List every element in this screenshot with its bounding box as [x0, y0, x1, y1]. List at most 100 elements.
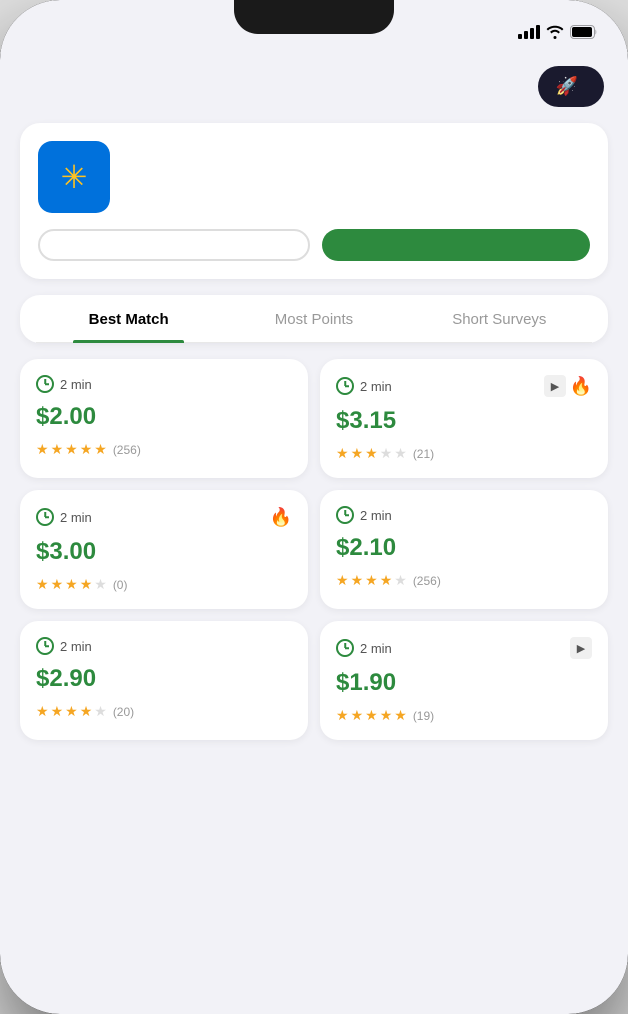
- clock-icon: [36, 637, 54, 655]
- card-rating: ★★★★★ (20): [36, 703, 292, 720]
- tab-most-points[interactable]: Most Points: [221, 311, 406, 342]
- walmart-spark-icon: ✳: [61, 158, 88, 196]
- survey-card[interactable]: 2 min ▶🔥 $3.15 ★★★★★ (21): [320, 359, 608, 478]
- card-badges: 🔥: [270, 506, 292, 528]
- star-icon: ★: [394, 572, 407, 589]
- time-label: 2 min: [360, 641, 392, 656]
- star-icon: ★: [351, 445, 364, 462]
- tab-best-match[interactable]: Best Match: [36, 311, 221, 342]
- card-time: 2 min: [36, 375, 92, 393]
- star-icon: ★: [94, 441, 107, 458]
- rating-count: (256): [413, 574, 441, 588]
- card-rating: ★★★★★ (21): [336, 445, 592, 462]
- time-label: 2 min: [60, 377, 92, 392]
- card-rating: ★★★★★ (256): [336, 572, 592, 589]
- main-content: 🚀 ✳: [0, 50, 628, 1014]
- star-icon: ★: [65, 703, 78, 720]
- stars-row: ★★★★★: [36, 703, 107, 720]
- card-header: 2 min: [36, 375, 292, 393]
- stars-row: ★★★★★: [336, 445, 407, 462]
- battery-icon: [570, 25, 598, 39]
- star-icon: ★: [380, 572, 393, 589]
- star-icon: ★: [365, 707, 378, 724]
- tab-short-surveys[interactable]: Short Surveys: [407, 311, 592, 342]
- balance-section: 🚀: [20, 66, 608, 107]
- fire-badge-icon: 🔥: [570, 375, 592, 397]
- star-icon: ★: [51, 703, 64, 720]
- clock-icon: [36, 508, 54, 526]
- claim-button[interactable]: [322, 229, 590, 261]
- time-label: 2 min: [60, 639, 92, 654]
- star-icon: ★: [65, 576, 78, 593]
- reward-info: ✳: [38, 141, 590, 213]
- clock-icon: [36, 375, 54, 393]
- rating-count: (19): [413, 709, 434, 723]
- survey-card[interactable]: 2 min $2.90 ★★★★★ (20): [20, 621, 308, 740]
- card-badges: ▶🔥: [544, 375, 592, 397]
- star-icon: ★: [51, 441, 64, 458]
- phone-frame: 🚀 ✳: [0, 0, 628, 1014]
- star-icon: ★: [336, 572, 349, 589]
- card-badges: ▶: [570, 637, 592, 659]
- card-header: 2 min ▶: [336, 637, 592, 659]
- star-icon: ★: [351, 572, 364, 589]
- stars-row: ★★★★★: [36, 576, 107, 593]
- fire-badge-icon: 🔥: [270, 506, 292, 528]
- survey-price: $2.90: [36, 665, 292, 693]
- survey-price: $1.90: [336, 669, 592, 697]
- video-badge-icon: ▶: [570, 637, 592, 659]
- star-icon: ★: [380, 707, 393, 724]
- clock-icon: [336, 506, 354, 524]
- card-header: 2 min: [336, 506, 592, 524]
- stars-row: ★★★★★: [36, 441, 107, 458]
- rating-count: (20): [113, 705, 134, 719]
- rocket-icon: 🚀: [556, 76, 578, 97]
- card-rating: ★★★★★ (0): [36, 576, 292, 593]
- star-icon: ★: [94, 576, 107, 593]
- star-icon: ★: [365, 445, 378, 462]
- stars-row: ★★★★★: [336, 572, 407, 589]
- star-icon: ★: [394, 707, 407, 724]
- star-icon: ★: [80, 576, 93, 593]
- reward-card: ✳: [20, 123, 608, 279]
- survey-card[interactable]: 2 min $2.10 ★★★★★ (256): [320, 490, 608, 609]
- tabs-container: Best Match Most Points Short Surveys: [20, 295, 608, 343]
- time-label: 2 min: [360, 508, 392, 523]
- survey-card[interactable]: 2 min 🔥 $3.00 ★★★★★ (0): [20, 490, 308, 609]
- survey-cards-grid: 2 min $2.00 ★★★★★ (256) 2 min ▶🔥 $3.15 ★…: [20, 359, 608, 740]
- level-badge[interactable]: 🚀: [538, 66, 604, 107]
- survey-card[interactable]: 2 min $2.00 ★★★★★ (256): [20, 359, 308, 478]
- change-reward-button[interactable]: [38, 229, 310, 261]
- star-icon: ★: [80, 441, 93, 458]
- survey-price: $3.15: [336, 407, 592, 435]
- wifi-icon: [546, 25, 564, 39]
- card-rating: ★★★★★ (19): [336, 707, 592, 724]
- walmart-logo: ✳: [38, 141, 110, 213]
- rating-count: (256): [113, 443, 141, 457]
- clock-icon: [336, 639, 354, 657]
- star-icon: ★: [36, 441, 49, 458]
- rating-count: (21): [413, 447, 434, 461]
- signal-bars-icon: [518, 25, 540, 39]
- survey-price: $2.10: [336, 534, 592, 562]
- star-icon: ★: [351, 707, 364, 724]
- video-badge-icon: ▶: [544, 375, 566, 397]
- stars-row: ★★★★★: [336, 707, 407, 724]
- status-icons: [518, 25, 598, 39]
- survey-card[interactable]: 2 min ▶ $1.90 ★★★★★ (19): [320, 621, 608, 740]
- card-time: 2 min: [36, 508, 92, 526]
- star-icon: ★: [394, 445, 407, 462]
- rating-count: (0): [113, 578, 128, 592]
- star-icon: ★: [36, 703, 49, 720]
- star-icon: ★: [80, 703, 93, 720]
- star-icon: ★: [336, 707, 349, 724]
- time-label: 2 min: [60, 510, 92, 525]
- star-icon: ★: [365, 572, 378, 589]
- star-icon: ★: [36, 576, 49, 593]
- star-icon: ★: [65, 441, 78, 458]
- card-header: 2 min 🔥: [36, 506, 292, 528]
- card-time: 2 min: [336, 639, 392, 657]
- card-time: 2 min: [336, 377, 392, 395]
- card-rating: ★★★★★ (256): [36, 441, 292, 458]
- star-icon: ★: [51, 576, 64, 593]
